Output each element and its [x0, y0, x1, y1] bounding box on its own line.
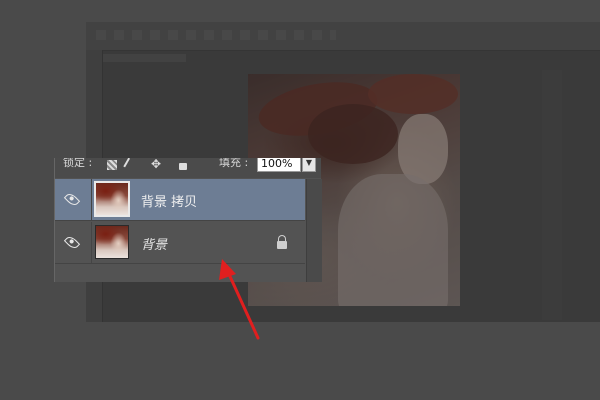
annotation-arrow-head [219, 259, 236, 280]
annotation-arrow [219, 259, 260, 340]
annotation-arrow-shaft [226, 270, 260, 340]
